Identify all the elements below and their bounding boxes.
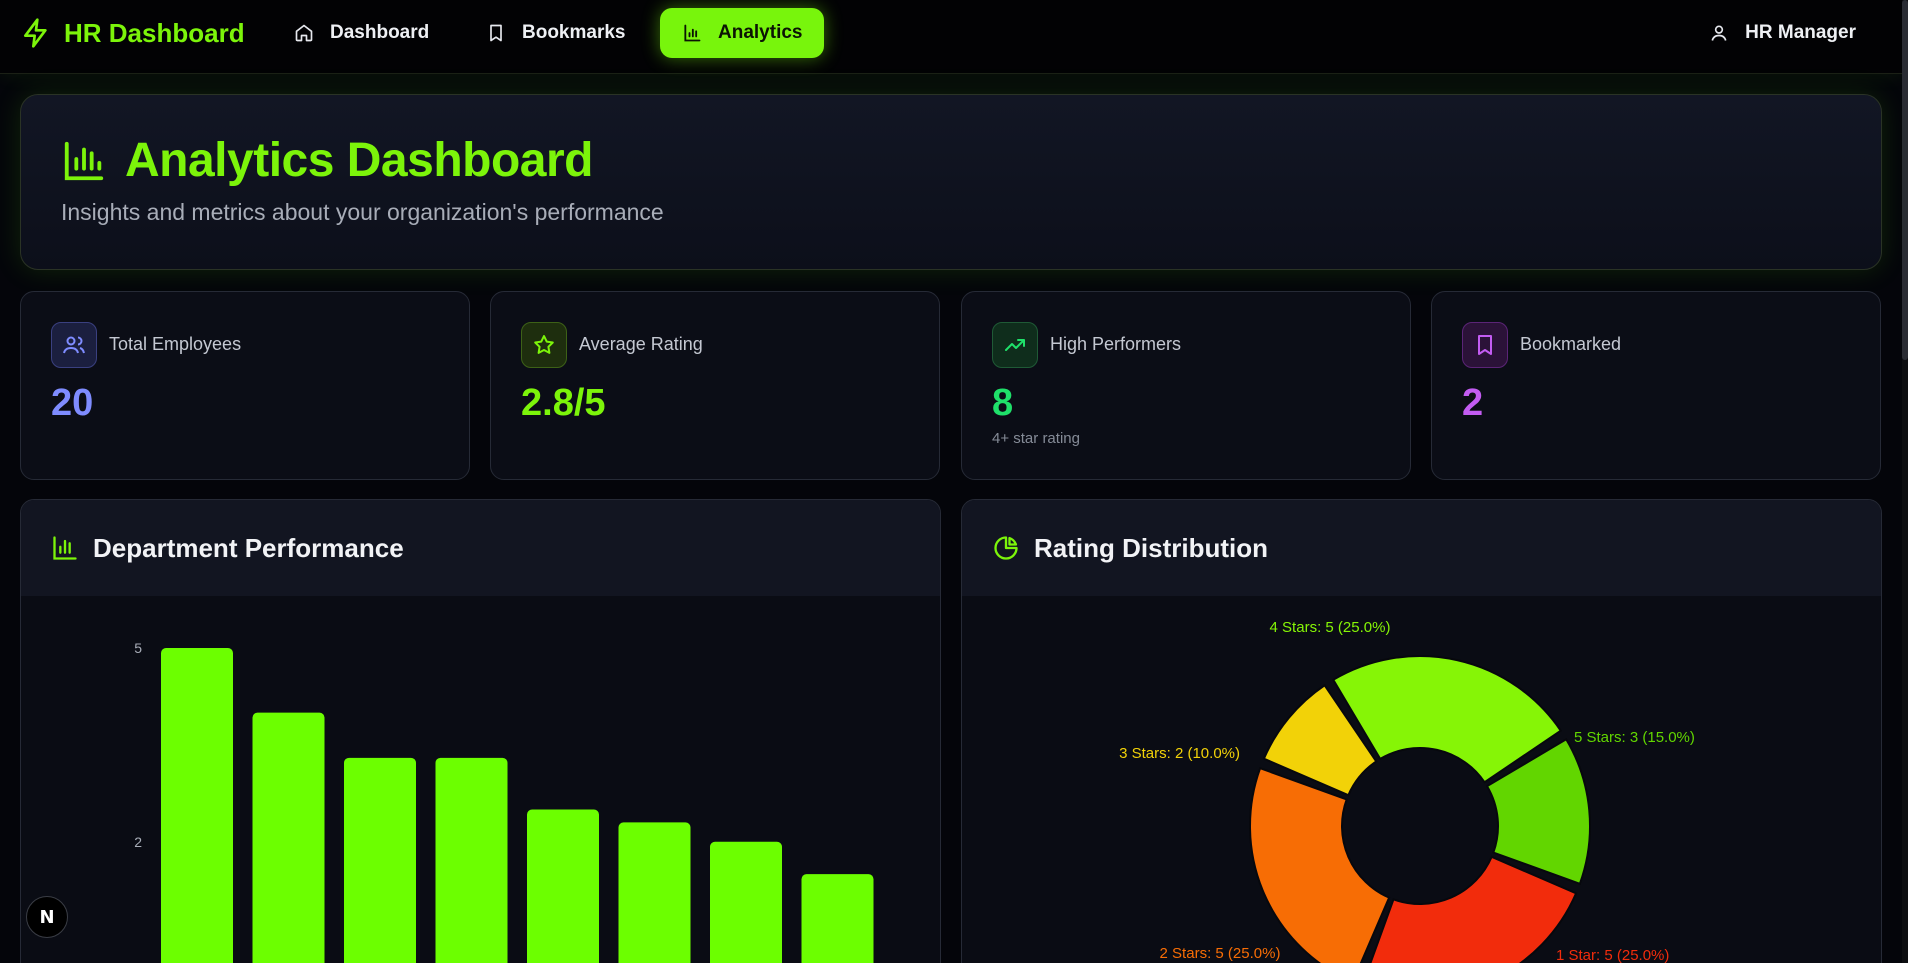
bar-chart: 025 xyxy=(134,640,874,963)
bar[interactable] xyxy=(527,809,599,963)
brand-title: HR Dashboard xyxy=(64,17,245,48)
page-scrollbar[interactable] xyxy=(1902,0,1908,963)
panel-title: Department Performance xyxy=(93,532,404,563)
pie-chart-area: 4 Stars: 5 (25.0%) 5 Stars: 3 (15.0%) 1 St… xyxy=(962,596,1881,963)
bookmark-icon xyxy=(490,24,502,42)
stat-value: 8 xyxy=(992,382,1014,424)
stat-value: 2.8/5 xyxy=(521,382,606,424)
rating-distribution-panel: Rating Distribution 4 Stars: 5 (25.0%) 5 … xyxy=(961,499,1882,963)
slice-label: 4 Stars: 5 (25.0%) xyxy=(1270,619,1391,636)
home-icon xyxy=(295,24,313,42)
bar[interactable] xyxy=(161,648,233,963)
stat-label: Average Rating xyxy=(579,334,703,354)
nav-analytics[interactable]: Analytics xyxy=(660,8,825,58)
bar-chart-icon xyxy=(64,141,104,180)
bar-chart-area: 025 xyxy=(21,596,940,963)
y-tick-label: 2 xyxy=(134,834,142,850)
nav-dashboard[interactable]: Dashboard xyxy=(272,8,451,58)
slice-label: 3 Stars: 2 (10.0%) xyxy=(1119,745,1240,762)
bar-chart-icon xyxy=(53,536,77,560)
page-subtitle: Insights and metrics about your organiza… xyxy=(61,199,664,225)
stat-card-total-employees: Total Employees 20 xyxy=(20,291,470,480)
page-title-text: Analytics Dashboard xyxy=(125,134,593,187)
stat-label: High Performers xyxy=(1050,334,1182,354)
nav-bookmarks[interactable]: Bookmarks xyxy=(464,8,648,58)
user-name: HR Manager xyxy=(1745,22,1856,43)
user-menu[interactable]: HR Manager xyxy=(1709,8,1856,58)
y-tick-label: 5 xyxy=(134,640,142,656)
top-navbar: HR Dashboard Dashboard Bookmarks Analyti… xyxy=(0,0,1904,74)
donut-slice[interactable] xyxy=(1362,855,1578,963)
bar[interactable] xyxy=(801,874,874,963)
next-dev-badge[interactable]: N xyxy=(26,896,68,938)
bar-chart-icon xyxy=(684,24,701,42)
stat-icon-box xyxy=(1462,322,1508,368)
page-title: Analytics Dashboard xyxy=(61,133,593,188)
nav-dashboard-label: Dashboard xyxy=(330,22,430,43)
stat-icon-box xyxy=(992,322,1038,368)
stat-card-average-rating: Average Rating 2.8/5 xyxy=(490,291,940,480)
slice-label: 1 Star: 5 (25.0%) xyxy=(1556,947,1669,963)
stat-note: 4+ star rating xyxy=(992,430,1080,447)
scrollbar-thumb[interactable] xyxy=(1902,0,1908,360)
stat-label: Total Employees xyxy=(109,334,242,354)
bar[interactable] xyxy=(710,841,782,963)
trending-up-icon xyxy=(1005,339,1025,351)
stat-value: 20 xyxy=(51,382,94,424)
hero-banner: Analytics Dashboard Insights and metrics… xyxy=(20,94,1882,270)
panel-header: Rating Distribution xyxy=(962,500,1881,596)
department-performance-panel: Department Performance 025 xyxy=(20,499,941,963)
user-icon xyxy=(1711,25,1727,41)
stat-card-bookmarked: Bookmarked 2 xyxy=(1431,291,1881,480)
nav-analytics-label: Analytics xyxy=(718,22,803,43)
donut-slice[interactable] xyxy=(1249,766,1391,963)
bar[interactable] xyxy=(344,757,416,963)
stat-value: 2 xyxy=(1462,382,1484,424)
bar[interactable] xyxy=(252,712,325,963)
panel-header: Department Performance xyxy=(21,500,940,596)
bar[interactable] xyxy=(618,822,691,963)
donut-chart: 4 Stars: 5 (25.0%) 5 Stars: 3 (15.0%) 1 St… xyxy=(1119,619,1695,963)
stat-card-high-performers: High Performers 8 4+ star rating xyxy=(961,291,1411,480)
stat-icon-box xyxy=(51,322,97,368)
brand-link[interactable]: HR Dashboard xyxy=(20,16,245,50)
panel-title: Rating Distribution xyxy=(1034,532,1268,563)
slice-label: 2 Stars: 5 (25.0%) xyxy=(1160,945,1281,962)
pie-chart-icon xyxy=(994,536,1018,560)
stat-icon-box xyxy=(521,322,567,368)
users-icon xyxy=(63,336,85,354)
lightning-icon xyxy=(24,18,47,48)
stat-label: Bookmarked xyxy=(1520,334,1622,354)
nav-bookmarks-label: Bookmarks xyxy=(522,22,626,43)
bar[interactable] xyxy=(435,757,508,963)
star-icon xyxy=(534,335,554,354)
bookmark-icon xyxy=(1478,335,1492,355)
slice-label: 5 Stars: 3 (15.0%) xyxy=(1574,729,1695,746)
